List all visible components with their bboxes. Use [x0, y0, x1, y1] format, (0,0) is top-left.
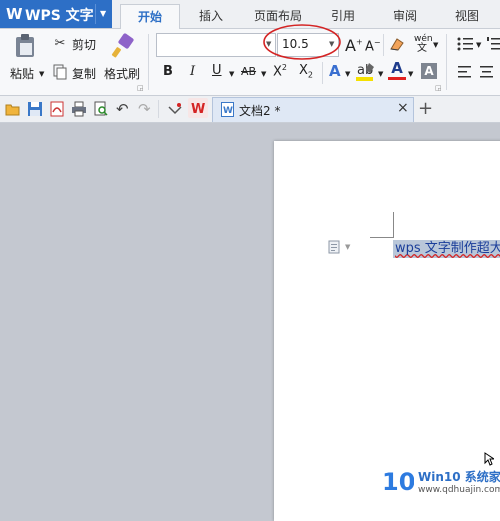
toolbar-separator [158, 100, 159, 118]
clipboard-icon [16, 34, 34, 57]
paragraph-handle-icon[interactable] [328, 240, 340, 254]
superscript-button[interactable]: X2 [273, 63, 287, 79]
clear-format-icon[interactable] [388, 35, 406, 53]
redo-icon[interactable]: ↷ [138, 100, 151, 118]
wps-logo-icon: W [6, 5, 23, 23]
app-menu-button[interactable]: W WPS 文字 ▼ [0, 0, 112, 28]
underline-button[interactable]: U [212, 63, 222, 78]
cut-button[interactable]: 剪切 [72, 36, 96, 53]
shrink-font-label: A [365, 39, 374, 55]
copy-icon [53, 64, 67, 80]
print-icon[interactable] [71, 101, 87, 117]
watermark: 10 Win10 系统家园 www.qdhuajin.com [378, 462, 500, 500]
chevron-down-icon[interactable]: ▼ [229, 70, 234, 78]
align-center-icon[interactable] [480, 66, 494, 78]
grow-font-button[interactable]: A+ [345, 36, 363, 55]
ribbon-separator [383, 34, 384, 56]
paste-button[interactable] [12, 33, 40, 59]
margin-corner-mark [370, 237, 394, 238]
app-menu-separator [95, 4, 96, 24]
chevron-down-icon[interactable]: ▼ [433, 41, 438, 49]
document-icon: W [221, 102, 234, 117]
ribbon-separator [148, 34, 149, 90]
numbered-list-icon[interactable] [486, 36, 500, 52]
copy-button[interactable]: 复制 [72, 65, 96, 82]
font-color-label: A [391, 59, 403, 77]
brush-icon [111, 33, 134, 58]
bullet-list-icon[interactable] [456, 36, 474, 52]
selected-text-content: wps 文字制作超大 [395, 241, 500, 256]
chevron-down-icon[interactable]: ▼ [261, 70, 266, 78]
scissors-icon: ✂ [54, 36, 66, 51]
align-left-icon[interactable] [458, 66, 472, 78]
ribbon-separator [446, 34, 447, 90]
svg-text:W: W [223, 106, 233, 116]
chevron-down-icon[interactable]: ▼ [378, 70, 383, 78]
highlight-icon[interactable]: ab [355, 61, 377, 83]
close-tab-icon[interactable]: × [397, 100, 409, 116]
win10-logo: 10 [382, 468, 414, 496]
print-preview-icon[interactable] [93, 101, 109, 117]
shrink-font-button[interactable]: A− [365, 38, 381, 54]
tab-home[interactable]: 开始 [120, 4, 180, 29]
subscript-button[interactable]: X2 [299, 63, 313, 80]
font-color-bar [388, 77, 406, 80]
undo-icon[interactable]: ↶ [116, 100, 129, 118]
grow-font-label: A [345, 36, 356, 55]
chevron-down-icon[interactable]: ▼ [345, 70, 350, 78]
strikethrough-button[interactable]: AB [241, 65, 256, 78]
ribbon-separator [322, 62, 323, 84]
bold-button[interactable]: B [163, 64, 173, 79]
dialog-launcher-icon[interactable]: ◲ [137, 84, 144, 92]
char-shading-icon[interactable]: A [421, 63, 437, 79]
watermark-brand: Win10 系统家园 [418, 470, 500, 484]
paste-label: 粘贴 [10, 67, 35, 81]
document-tab[interactable]: W 文档2 * × [212, 97, 414, 122]
text-effect-icon[interactable]: A [329, 62, 341, 80]
margin-corner-mark [393, 212, 394, 238]
export-pdf-icon[interactable] [49, 101, 65, 117]
watermark-url: www.qdhuajin.com [418, 485, 500, 495]
document-tab-title: 文档2 * [239, 104, 281, 118]
app-title: WPS 文字 [25, 8, 94, 24]
tab-review[interactable]: 审阅 [384, 4, 426, 28]
format-painter-button[interactable] [110, 33, 136, 59]
svg-text:10: 10 [382, 468, 414, 496]
subscript-label: X [299, 63, 308, 78]
italic-button[interactable]: I [190, 64, 195, 79]
save-icon[interactable] [27, 101, 43, 117]
svg-text:W: W [191, 102, 205, 117]
wps-brand-icon[interactable]: W [188, 98, 208, 118]
annotation-circle [263, 24, 341, 60]
selected-text[interactable]: wps 文字制作超大 [393, 240, 500, 258]
chevron-down-icon[interactable]: ▼ [345, 243, 350, 251]
dialog-launcher-icon[interactable]: ◲ [435, 84, 442, 92]
tab-insert[interactable]: 插入 [190, 4, 232, 28]
chevron-down-icon[interactable]: ▼ [476, 41, 481, 49]
font-name-select[interactable] [156, 33, 276, 57]
chevron-down-icon[interactable]: ▼ [39, 70, 44, 78]
tab-view[interactable]: 视图 [446, 4, 488, 28]
open-folder-icon[interactable] [5, 101, 21, 117]
superscript-label: X [273, 64, 282, 80]
font-color-button[interactable]: A [388, 60, 406, 82]
pinyin-guide-button[interactable]: wén 文 [414, 35, 433, 54]
customize-toolbar-icon[interactable] [167, 101, 183, 117]
chevron-down-icon[interactable]: ▼ [408, 70, 413, 78]
chevron-down-icon[interactable]: ▼ [100, 9, 106, 18]
new-tab-icon[interactable]: + [418, 98, 433, 119]
format-painter-label: 格式刷 [104, 67, 141, 81]
